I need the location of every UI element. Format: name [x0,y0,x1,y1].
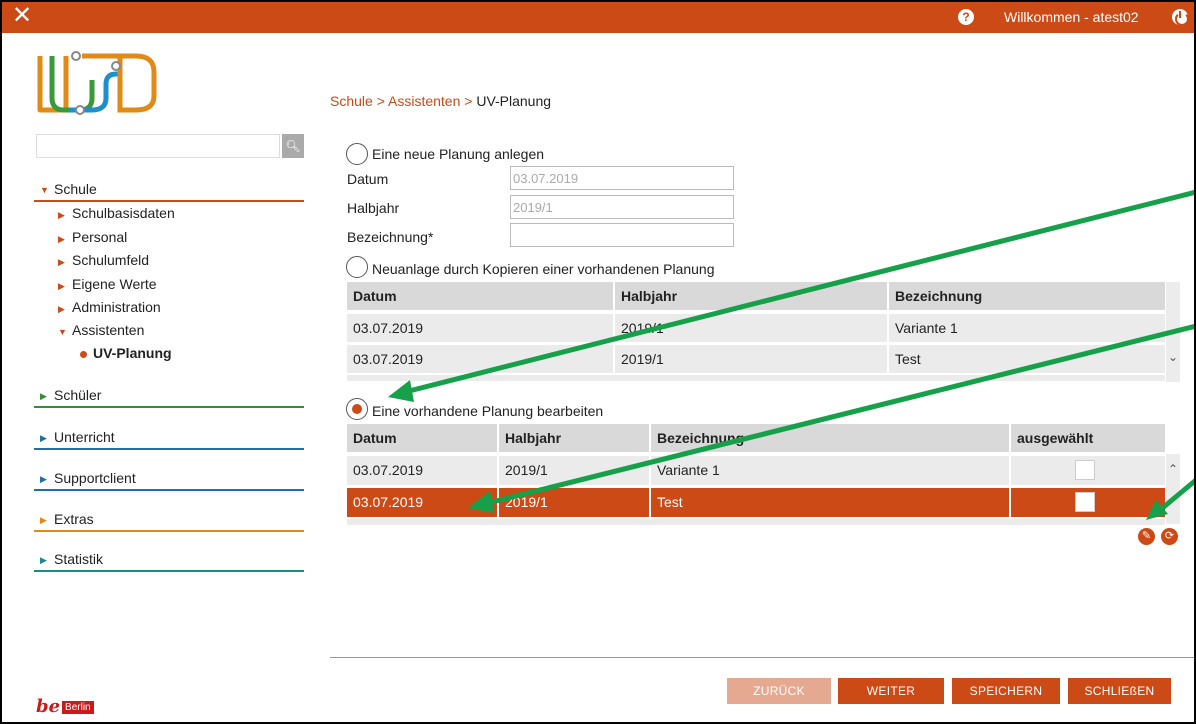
help-icon[interactable]: ? [958,9,974,25]
chevron-right-icon: ▶ [40,433,47,444]
refresh-icon[interactable]: ⟳ [1161,528,1178,545]
save-button[interactable]: SPEICHERN [952,678,1060,704]
chevron-right-icon: ▶ [40,474,47,485]
col-bezeichnung: Bezeichnung [895,288,983,304]
close-icon[interactable]: ✕ [12,3,32,29]
datum-label: Datum [347,171,389,187]
table-row-partial [347,373,1165,381]
radio-copy-plan[interactable] [346,256,368,278]
nav-item-personal[interactable]: ▶ Personal [58,228,127,248]
col-ausgewaehlt: ausgewählt [1017,430,1094,446]
halbjahr-label: Halbjahr [347,200,400,216]
copy-table-scrollbar[interactable] [1166,282,1180,382]
divider [330,657,1196,658]
col-halbjahr: Halbjahr [615,282,889,310]
col-halbjahr: Halbjahr [499,424,651,452]
edit-icon[interactable]: ✎ [1138,528,1155,545]
back-button[interactable]: ZURÜCK [727,678,831,704]
top-bar: ✕ ? Willkommen - atest02 [0,0,1196,33]
chevron-right-icon: ▶ [58,257,65,267]
halbjahr-field[interactable] [510,195,734,219]
table-row-selected[interactable]: 03.07.2019 2019/1 Test [347,486,1165,517]
chevron-right-icon: ▶ [40,515,47,526]
nav-schueler[interactable]: ▶ Schüler [34,384,304,408]
breadcrumb-path[interactable]: Schule > Assistenten > [330,93,476,109]
logout-icon[interactable] [1172,9,1189,26]
chevron-right-icon: ▶ [40,391,47,402]
chevron-down-icon: ▼ [40,185,49,196]
edit-table-header: Datum Halbjahr Bezeichnung ausgewählt [347,424,1165,452]
col-datum: Datum [347,424,499,452]
table-row-partial [347,517,1165,525]
breadcrumb: Schule > Assistenten > UV-Planung [330,93,551,109]
row-checkbox[interactable] [1075,492,1095,512]
search-input[interactable] [36,134,280,158]
active-dot-icon [80,350,87,358]
chevron-right-icon: ▶ [40,555,47,566]
bezeichnung-label: Bezeichnung* [347,229,434,245]
radio-new-plan-label: Eine neue Planung anlegen [372,146,545,162]
col-datum: Datum [347,282,615,310]
row-checkbox[interactable] [1075,460,1095,480]
nav-schule[interactable]: ▼ Schule [34,178,304,202]
table-row[interactable]: 03.07.2019 2019/1 Variante 1 [347,312,1165,342]
search-icon[interactable]: 🔍︎ [282,134,304,158]
annotation-arrowhead [388,380,414,402]
nav-item-administration[interactable]: ▶ Administration [58,298,161,318]
nav-item-assistenten[interactable]: ▼ Assistenten [58,321,144,341]
nav-extras[interactable]: ▶ Extras [34,508,304,532]
nav-item-eigene-werte[interactable]: ▶ Eigene Werte [58,275,157,295]
nav-supportclient[interactable]: ▶ Supportclient [34,467,304,491]
chevron-up-icon[interactable]: ⌃ [1168,462,1178,476]
close-button[interactable]: SCHLIEßEN [1068,678,1171,704]
radio-edit-plan[interactable] [346,398,368,420]
chevron-down-icon[interactable]: ⌄ [1168,350,1178,364]
chevron-down-icon: ▼ [58,327,67,337]
chevron-right-icon: ▶ [58,281,65,291]
table-row[interactable]: 03.07.2019 2019/1 Test [347,343,1165,373]
chevron-right-icon: ▶ [58,234,65,244]
nav-item-uv-planung[interactable]: UV-Planung [80,345,172,361]
radio-new-plan[interactable] [346,143,368,165]
copy-table-header: Datum Halbjahr Bezeichnung [347,282,1165,310]
nav-unterricht[interactable]: ▶ Unterricht [34,426,304,450]
nav-statistik[interactable]: ▶ Statistik [34,548,304,572]
welcome-text: Willkommen - atest02 [1004,9,1139,25]
table-row[interactable]: 03.07.2019 2019/1 Variante 1 [347,454,1165,485]
nav-item-schulbasisdaten[interactable]: ▶ Schulbasisdaten [58,204,175,224]
radio-copy-plan-label: Neuanlage durch Kopieren einer vorhanden… [372,261,715,277]
nav-item-schulumfeld[interactable]: ▶ Schulumfeld [58,251,149,271]
usd-logo [37,51,157,115]
datum-field[interactable] [510,166,734,190]
chevron-right-icon: ▶ [58,210,65,220]
col-bezeichnung: Bezeichnung [651,424,1011,452]
breadcrumb-current: UV-Planung [476,93,552,109]
bezeichnung-field[interactable] [510,223,734,247]
radio-edit-plan-label: Eine vorhandene Planung bearbeiten [372,403,604,419]
next-button[interactable]: WEITER [838,678,944,704]
berlin-logo: be Berlin [36,696,94,718]
chevron-right-icon: ▶ [58,304,65,314]
